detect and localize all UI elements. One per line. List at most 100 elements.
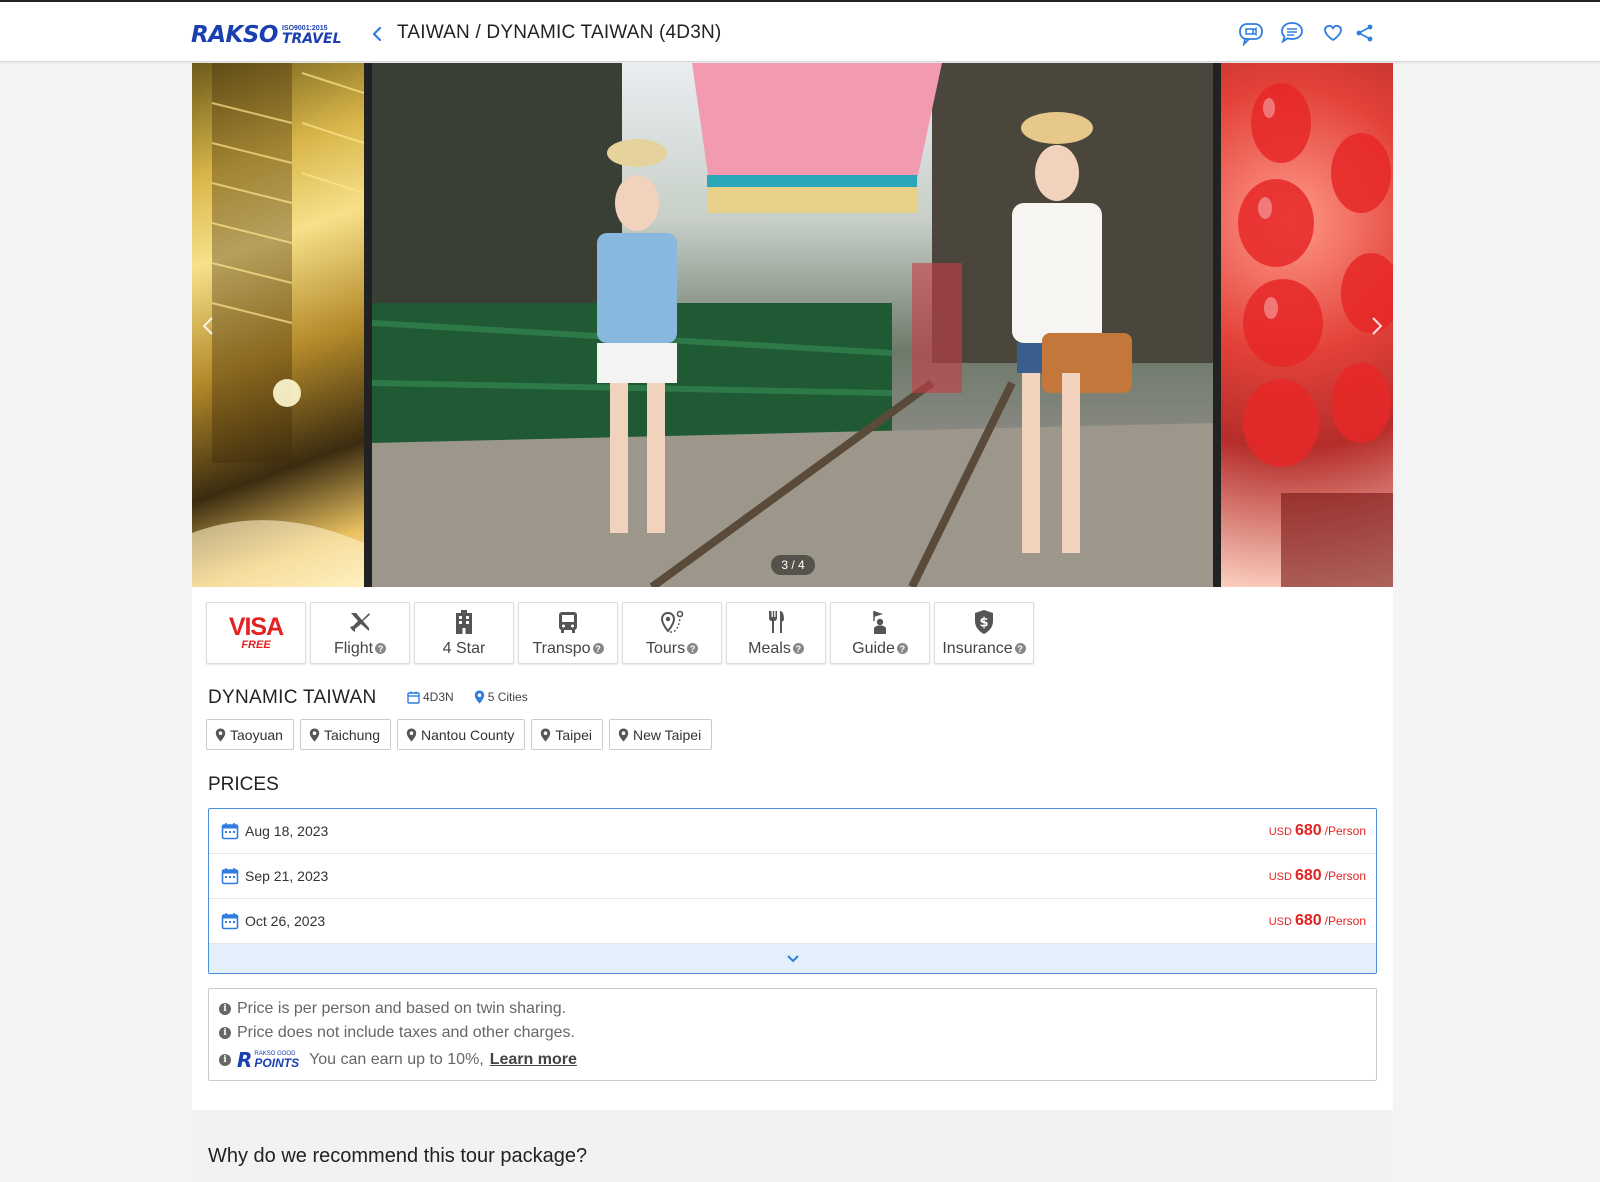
feature-insurance-label-wrap: Insurance?: [942, 639, 1026, 658]
info-icon: i: [219, 1054, 231, 1066]
airplane-icon: [350, 612, 370, 632]
tour-guide-icon: [873, 610, 886, 634]
header-actions: [1233, 18, 1379, 48]
map-pin-route-icon: [660, 610, 684, 633]
price-unit: /Person: [1324, 824, 1366, 838]
feature-visa-free[interactable]: VISA FREE: [206, 602, 306, 664]
feature-guide-label: Guide: [852, 639, 895, 657]
visa-free-text: FREE: [241, 639, 271, 651]
price-currency: USD: [1268, 871, 1292, 883]
video-chat-icon[interactable]: [1233, 18, 1269, 48]
gallery-prev-arrow-icon[interactable]: [194, 311, 222, 341]
price-date: Aug 18, 2023: [245, 823, 329, 839]
logo-main-text: RAKSO: [191, 22, 278, 48]
feature-flight-label-wrap: Flight?: [333, 639, 387, 658]
city-tag[interactable]: Taichung: [299, 719, 391, 750]
feature-flight[interactable]: Flight?: [310, 602, 410, 664]
photo-gallery[interactable]: 3 / 4: [192, 63, 1393, 587]
cities-count-meta: 5 Cities: [474, 690, 528, 704]
top-header: RAKSO ISO9001:2015 TRAVEL TAIWAN / DYNAM…: [0, 0, 1600, 62]
city-tag[interactable]: New Taipei: [608, 719, 713, 750]
feature-guide[interactable]: Guide?: [830, 602, 930, 664]
gallery-slide-main-sky-lantern[interactable]: [372, 63, 1213, 587]
prices-title: PRICES: [208, 774, 279, 795]
price-unit: /Person: [1324, 914, 1366, 928]
price-notes: i Price is per person and based on twin …: [208, 988, 1377, 1081]
points-logo-word: POINTS: [254, 1056, 300, 1070]
visa-free-icon: VISA FREE: [228, 613, 284, 651]
help-icon[interactable]: ?: [792, 643, 804, 654]
location-pin-icon: [474, 690, 484, 704]
features-bar: VISA FREE Flight? 4 Star Transpo? Tours?…: [206, 602, 1034, 664]
feature-meals-label: Meals: [748, 639, 791, 657]
heart-icon[interactable]: [1315, 18, 1351, 48]
gallery-counter: 3 / 4: [771, 555, 815, 575]
calendar-icon: [221, 913, 239, 930]
chat-icon[interactable]: [1269, 18, 1315, 48]
city-name: Nantou County: [420, 726, 515, 743]
price-date: Sep 21, 2023: [245, 868, 329, 884]
note-line: i R RAKSO GOOD POINTS You can earn up to…: [219, 1045, 1366, 1075]
location-pin-icon: [215, 728, 226, 741]
tour-name: DYNAMIC TAIWAN: [208, 687, 377, 708]
city-name: Taoyuan: [230, 726, 283, 743]
price-amount: USD 680 /Person: [1269, 912, 1366, 930]
city-tag[interactable]: Taipei: [531, 719, 603, 750]
fork-knife-icon: [769, 610, 784, 633]
feature-hotel[interactable]: 4 Star: [414, 602, 514, 664]
help-icon[interactable]: ?: [375, 643, 387, 654]
price-currency: USD: [1268, 916, 1292, 928]
feature-transport-label-wrap: Transpo?: [532, 639, 604, 658]
note-text: Price does not include taxes and other c…: [237, 1024, 575, 1041]
help-icon[interactable]: ?: [592, 643, 604, 654]
calendar-icon: [407, 691, 420, 704]
gallery-next-arrow-icon[interactable]: [1363, 311, 1391, 341]
price-value: 680: [1294, 867, 1322, 884]
points-logo-r: R: [237, 1048, 253, 1072]
price-row[interactable]: Aug 18, 2023 USD 680 /Person: [209, 809, 1376, 854]
city-name: New Taipei: [632, 726, 702, 743]
hotel-building-icon: [456, 609, 472, 634]
city-tag[interactable]: Taoyuan: [206, 719, 294, 750]
help-icon[interactable]: ?: [896, 643, 908, 654]
share-icon[interactable]: [1351, 18, 1379, 48]
feature-transport[interactable]: Transpo?: [518, 602, 618, 664]
location-pin-icon: [309, 728, 320, 741]
feature-meals[interactable]: Meals?: [726, 602, 826, 664]
learn-more-link[interactable]: Learn more: [490, 1051, 577, 1069]
feature-tours-label-wrap: Tours?: [646, 640, 699, 658]
feature-guide-label-wrap: Guide?: [852, 640, 908, 658]
price-amount: USD 680 /Person: [1269, 867, 1366, 885]
feature-tours[interactable]: Tours?: [622, 602, 722, 664]
feature-flight-label: Flight: [333, 639, 374, 657]
price-row[interactable]: Sep 21, 2023 USD 680 /Person: [209, 854, 1376, 899]
price-date: Oct 26, 2023: [245, 913, 326, 929]
rakso-travel-logo[interactable]: RAKSO ISO9001:2015 TRAVEL: [191, 21, 342, 49]
visa-word: VISA: [228, 613, 284, 641]
price-row[interactable]: Oct 26, 2023 USD 680 /Person: [209, 899, 1376, 944]
back-chevron-icon[interactable]: [368, 22, 386, 46]
note-line: i Price does not include taxes and other…: [219, 1021, 1366, 1045]
show-more-prices-button[interactable]: [209, 944, 1376, 973]
price-amount: USD 680 /Person: [1269, 822, 1366, 840]
city-tag[interactable]: Nantou County: [396, 719, 526, 750]
feature-hotel-label: 4 Star: [442, 639, 486, 657]
city-name: Taipei: [555, 726, 592, 743]
shield-dollar-icon: $: [975, 609, 993, 634]
help-icon[interactable]: ?: [1014, 643, 1026, 654]
feature-insurance[interactable]: $ Insurance?: [934, 602, 1034, 664]
city-name: Taichung: [323, 726, 380, 743]
rakso-good-points-logo: R RAKSO GOOD POINTS: [237, 1050, 299, 1070]
tour-meta: 4D3N 5 Cities: [407, 690, 528, 704]
feature-insurance-label: Insurance: [942, 639, 1013, 657]
duration-meta: 4D3N: [407, 690, 454, 704]
tour-details-card: VISA FREE Flight? 4 Star Transpo? Tours?…: [192, 587, 1393, 1110]
help-icon[interactable]: ?: [687, 643, 699, 654]
bus-icon: [559, 611, 577, 633]
prices-list: Aug 18, 2023 USD 680 /Person Sep 21, 202…: [208, 808, 1377, 974]
cities-count-text: 5 Cities: [487, 690, 528, 704]
price-value: 680: [1294, 822, 1322, 839]
city-tags: Taoyuan Taichung Nantou County Taipei Ne…: [206, 719, 713, 750]
feature-transport-label: Transpo: [532, 639, 591, 657]
price-date-wrap: Oct 26, 2023: [221, 912, 325, 930]
